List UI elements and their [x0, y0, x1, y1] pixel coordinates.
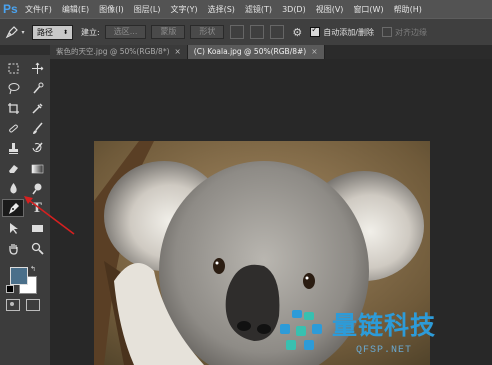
- menu-image[interactable]: 图像(I): [99, 4, 124, 15]
- quick-select-tool[interactable]: [26, 79, 48, 97]
- swap-colors-icon[interactable]: ↰: [30, 265, 36, 273]
- make-mask-button[interactable]: 蒙版: [151, 25, 186, 39]
- menu-3d[interactable]: 3D(D): [282, 5, 306, 14]
- menu-select[interactable]: 选择(S): [208, 4, 235, 15]
- menu-window[interactable]: 窗口(W): [353, 4, 383, 15]
- history-brush-icon: [32, 142, 43, 152]
- crop-icon: [7, 102, 19, 114]
- menu-help[interactable]: 帮助(H): [394, 4, 422, 15]
- pen-icon: [6, 26, 19, 39]
- foreground-color[interactable]: [10, 267, 28, 285]
- bandage-icon: [8, 124, 18, 132]
- hand-icon: [8, 243, 18, 255]
- dodge-tool[interactable]: [26, 179, 48, 197]
- path-arrangement-icon[interactable]: [270, 25, 285, 39]
- watermark-text: 量链科技: [332, 311, 437, 340]
- eyedropper-tool[interactable]: [26, 99, 48, 117]
- auto-add-delete-label: 自动添加/删除: [323, 27, 374, 37]
- dodge-icon: [31, 183, 41, 194]
- quick-select-icon: [32, 82, 43, 93]
- close-icon[interactable]: ×: [311, 47, 317, 56]
- default-colors-icon[interactable]: [6, 285, 14, 293]
- pen-icon: [8, 202, 19, 214]
- move-icon: [31, 62, 43, 74]
- chevron-updown-icon: ⬍: [63, 28, 69, 36]
- lasso-tool[interactable]: [2, 79, 24, 97]
- menu-file[interactable]: 文件(F): [25, 4, 52, 15]
- tab-purple-sky[interactable]: 紫色的天空.jpg @ 50%(RGB/8*) ×: [50, 45, 188, 59]
- tool-preset-picker[interactable]: ▾: [4, 23, 26, 41]
- lasso-icon: [8, 82, 19, 94]
- menu-filter[interactable]: 滤镜(T): [245, 4, 272, 15]
- make-selection-button[interactable]: 选区...: [104, 25, 147, 39]
- gradient-icon: [31, 164, 43, 173]
- brush-tool[interactable]: [26, 119, 48, 137]
- menu-view[interactable]: 视图(V): [316, 4, 344, 15]
- gradient-tool[interactable]: [26, 159, 48, 177]
- crop-tool[interactable]: [2, 99, 24, 117]
- close-icon[interactable]: ×: [175, 47, 181, 56]
- path-alignment-icon[interactable]: [250, 25, 265, 39]
- options-bar: ▾ 路径 ⬍ 建立: 选区... 蒙版 形状 ⚙ 自动添加/删除 对齐边缘: [0, 18, 492, 46]
- watermark-logo-icon: [280, 310, 322, 350]
- gear-icon[interactable]: ⚙: [292, 26, 302, 39]
- brush-icon: [32, 122, 43, 134]
- clone-stamp-tool[interactable]: [2, 139, 24, 157]
- tab-label: 紫色的天空.jpg @ 50%(RGB/8*): [56, 47, 170, 56]
- tab-label: (C) Koala.jpg @ 50%(RGB/8#): [193, 47, 307, 56]
- drop-icon: [9, 182, 17, 193]
- panel-grip[interactable]: [0, 45, 50, 55]
- eraser-icon: [8, 164, 18, 173]
- hand-tool[interactable]: [2, 239, 24, 257]
- menu-layer[interactable]: 图层(L): [134, 4, 161, 15]
- pen-mode-value: 路径: [37, 27, 53, 37]
- pen-mode-select[interactable]: 路径 ⬍: [32, 24, 74, 40]
- menu-bar: Ps 文件(F) 编辑(E) 图像(I) 图层(L) 文字(Y) 选择(S) 滤…: [0, 0, 492, 18]
- make-label: 建立:: [81, 27, 100, 37]
- type-icon: T: [32, 200, 42, 216]
- watermark-url: QFSP.NET: [356, 345, 413, 356]
- arrow-cursor-icon: [9, 222, 18, 234]
- marquee-icon: [8, 63, 18, 73]
- align-edges-label: 对齐边缘: [394, 27, 427, 37]
- rectangle-tool[interactable]: [26, 219, 48, 237]
- screen-mode-icon[interactable]: [26, 299, 40, 311]
- history-brush-tool[interactable]: [26, 139, 48, 157]
- path-operations-icon[interactable]: [230, 25, 245, 39]
- type-tool[interactable]: T: [26, 199, 48, 217]
- marquee-tool[interactable]: [2, 59, 24, 77]
- menu-edit[interactable]: 编辑(E): [62, 4, 89, 15]
- zoom-tool[interactable]: [26, 239, 48, 257]
- quick-mask-icon[interactable]: [6, 299, 20, 311]
- eraser-tool[interactable]: [2, 159, 24, 177]
- healing-brush-tool[interactable]: [2, 119, 24, 137]
- path-selection-tool[interactable]: [2, 219, 24, 237]
- menu-type[interactable]: 文字(Y): [170, 4, 197, 15]
- stamp-icon: [8, 142, 18, 154]
- color-swatches: ↰: [0, 263, 50, 297]
- auto-add-delete-checkbox[interactable]: [310, 25, 321, 37]
- eyedropper-icon: [31, 102, 43, 114]
- blur-tool[interactable]: [2, 179, 24, 197]
- photoshop-logo: Ps: [3, 2, 18, 16]
- rectangle-icon: [31, 224, 43, 232]
- align-edges-checkbox[interactable]: [381, 27, 392, 37]
- tools-panel: T ↰: [0, 45, 50, 365]
- move-tool[interactable]: [26, 59, 48, 77]
- make-shape-button[interactable]: 形状: [190, 25, 225, 39]
- magnifier-icon: [31, 242, 44, 255]
- pen-tool[interactable]: [2, 199, 24, 217]
- chevron-down-icon: ▾: [21, 28, 25, 36]
- tab-koala[interactable]: (C) Koala.jpg @ 50%(RGB/8#) ×: [187, 45, 325, 59]
- watermark: 量链科技 QFSP.NET: [272, 300, 492, 365]
- document-tab-bar: 紫色的天空.jpg @ 50%(RGB/8*) × (C) Koala.jpg @…: [50, 45, 492, 59]
